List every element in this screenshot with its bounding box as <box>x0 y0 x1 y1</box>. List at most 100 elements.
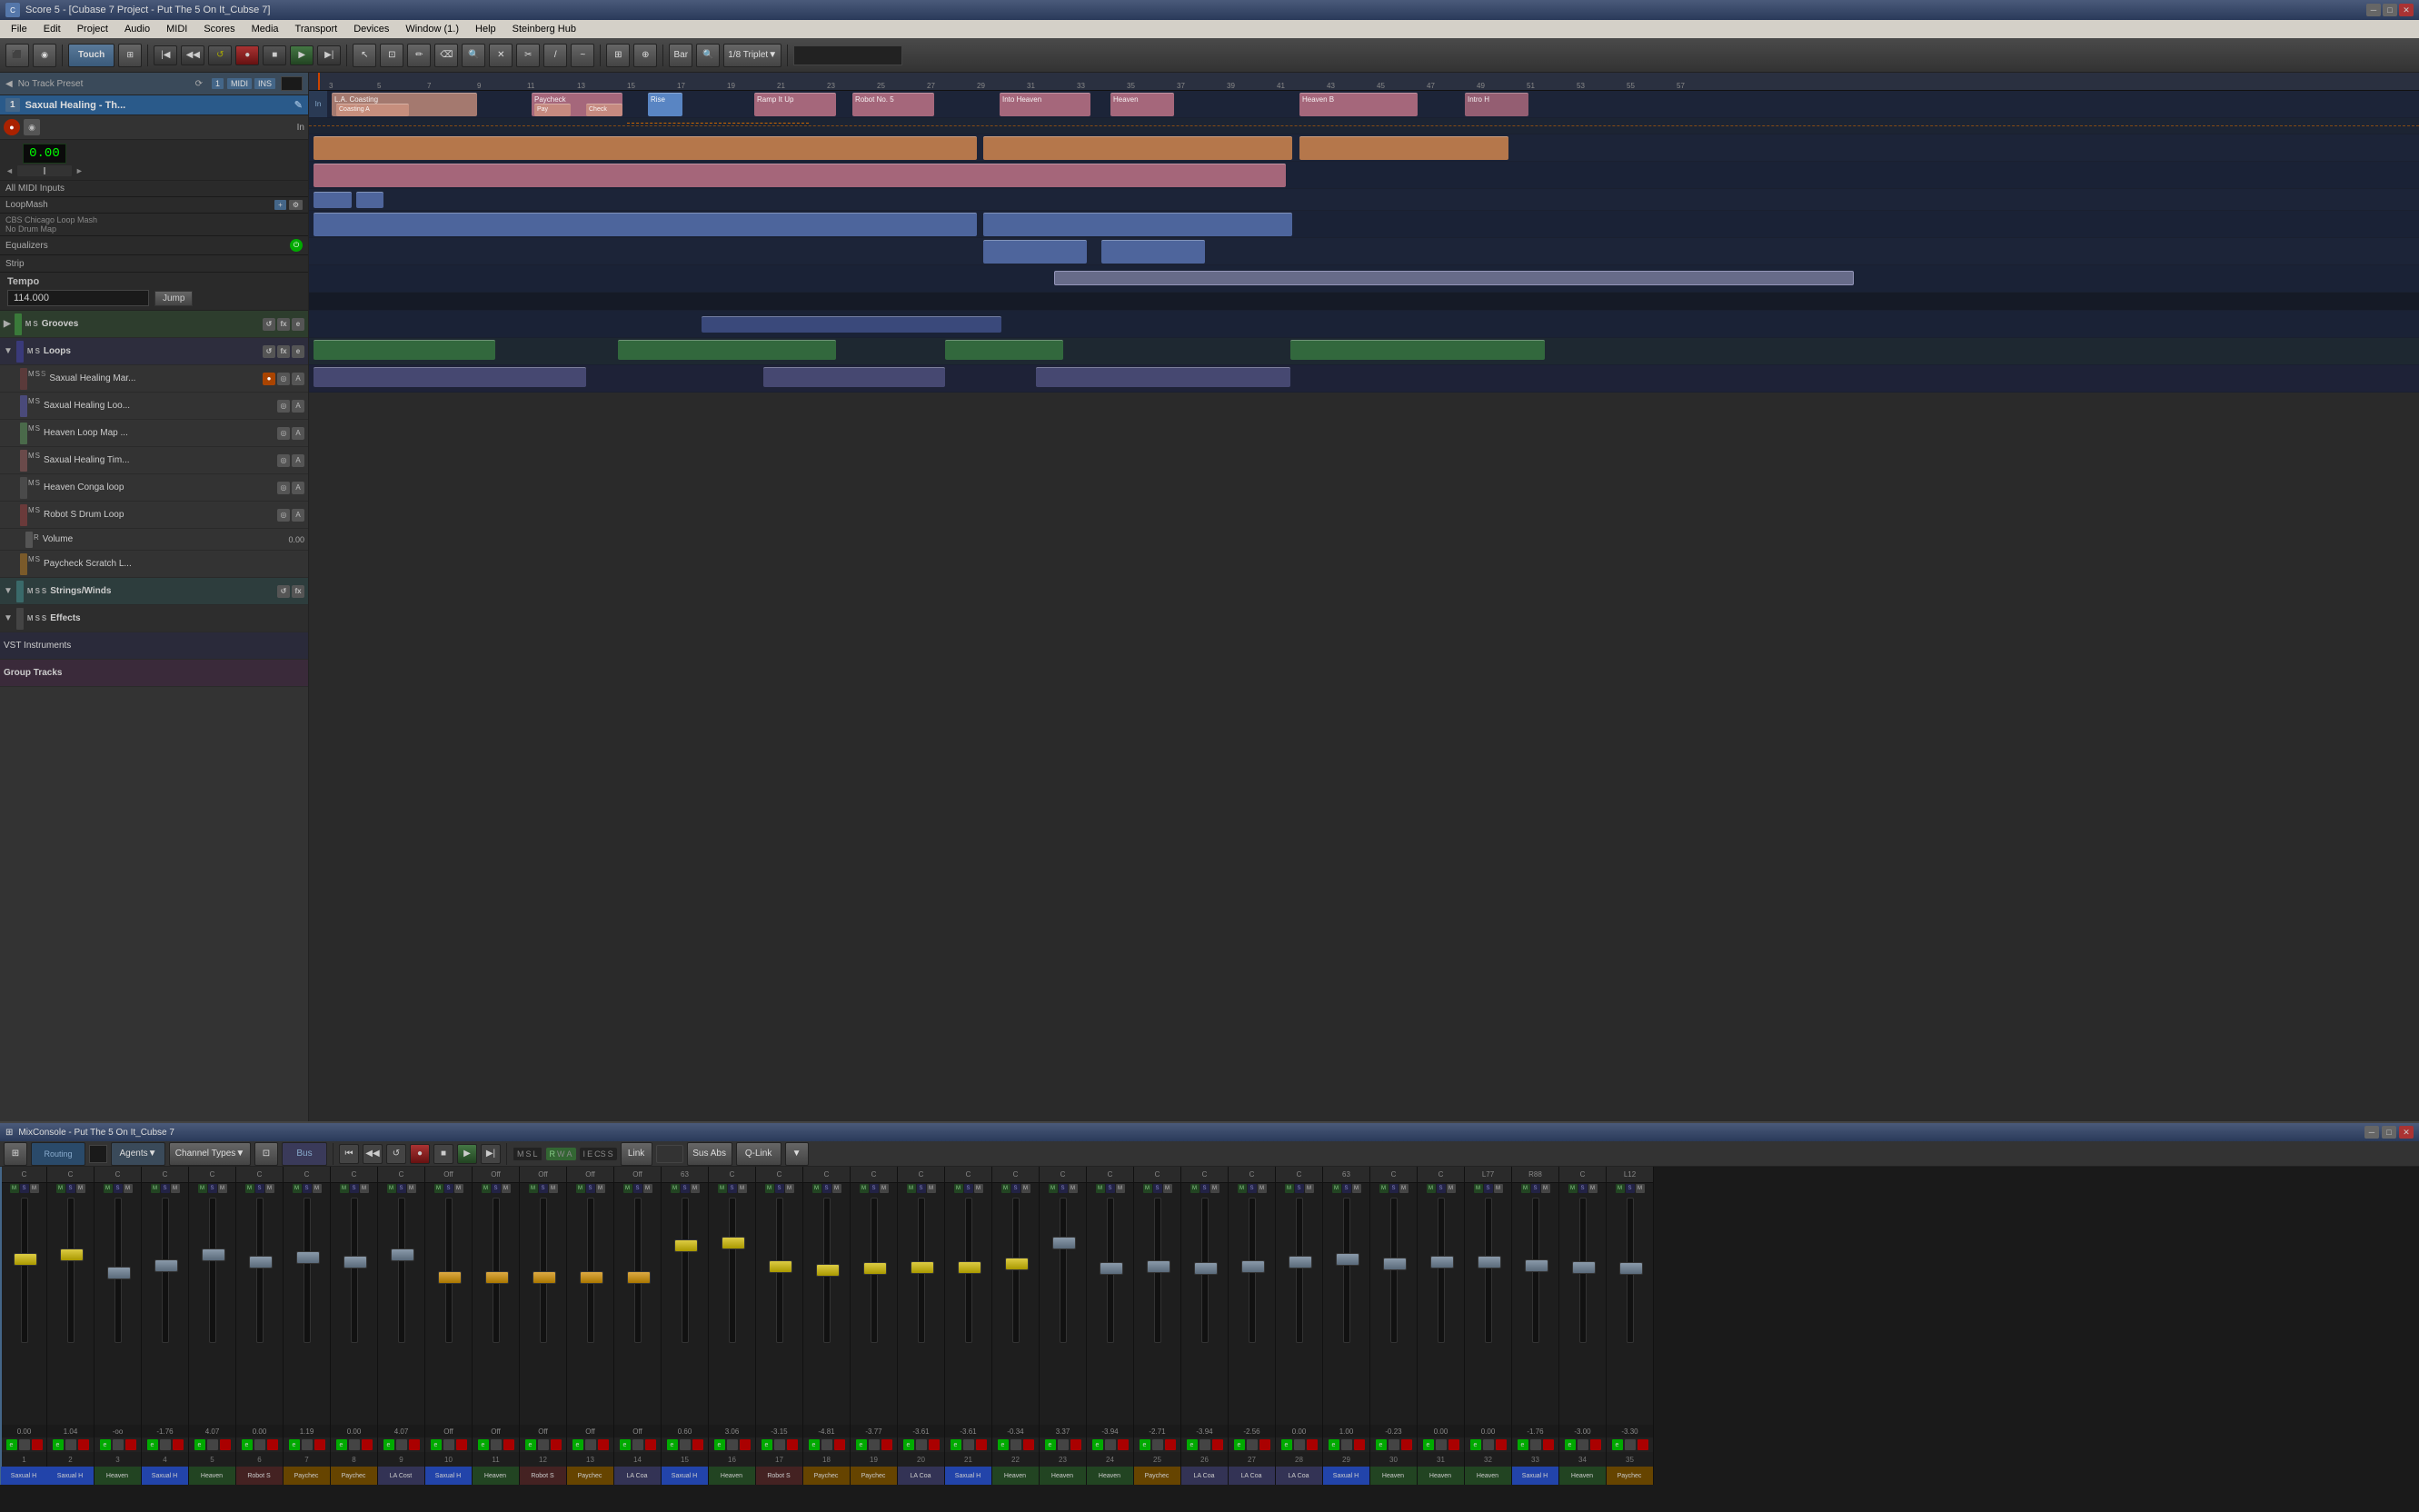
ch10-m[interactable]: M <box>434 1184 443 1193</box>
mix-w-btn[interactable]: W <box>557 1149 565 1159</box>
ch21-m[interactable]: M <box>954 1184 963 1193</box>
ch8-routing[interactable]: C <box>331 1167 377 1183</box>
sus-abs-btn[interactable]: Sus Abs <box>687 1142 732 1166</box>
ch7-btn-r[interactable] <box>314 1439 325 1450</box>
track-row-volume[interactable]: R Volume 0.00 <box>0 529 308 551</box>
ch14-m[interactable]: M <box>623 1184 632 1193</box>
ch16-s[interactable]: S <box>728 1184 737 1193</box>
ch9-routing[interactable]: C <box>378 1167 424 1183</box>
transport-record[interactable]: ● <box>235 45 259 65</box>
ch32-btn-e[interactable]: e <box>1470 1439 1481 1450</box>
mix-settings[interactable]: ▼ <box>785 1142 809 1166</box>
ch12-btn-r[interactable] <box>551 1439 562 1450</box>
ch10-routing[interactable]: Off <box>425 1167 472 1183</box>
ch35-routing[interactable]: L12 <box>1607 1167 1653 1183</box>
ch30-btn-r[interactable] <box>1401 1439 1412 1450</box>
ch34-btn-e[interactable]: e <box>1565 1439 1576 1450</box>
settings-icon[interactable]: ⚙ <box>289 200 303 210</box>
ch34-m[interactable]: M <box>1568 1184 1578 1193</box>
ch11-btn-g[interactable] <box>491 1439 502 1450</box>
ch1-gray[interactable] <box>19 1439 30 1450</box>
ch27-btn-g[interactable] <box>1247 1439 1258 1450</box>
btn-a3[interactable]: A <box>292 454 304 467</box>
transport-cycle[interactable]: ↺ <box>208 45 232 65</box>
ch17-fader-handle[interactable] <box>769 1260 792 1273</box>
mix-s-final[interactable]: S <box>608 1149 613 1159</box>
block-pink-full[interactable] <box>314 164 1286 187</box>
ch35-btn-e[interactable]: e <box>1612 1439 1623 1450</box>
ch13-btn-g[interactable] <box>585 1439 596 1450</box>
ch2-green[interactable]: e <box>53 1439 64 1450</box>
ch25-s[interactable]: S <box>1153 1184 1162 1193</box>
ch15-btn-g[interactable] <box>680 1439 691 1450</box>
ch12-btn-e[interactable]: e <box>525 1439 536 1450</box>
tool-select[interactable]: ↖ <box>353 44 376 67</box>
mix-m[interactable]: M <box>517 1149 524 1159</box>
ch13-btn-r[interactable] <box>598 1439 609 1450</box>
transport-stop[interactable]: ■ <box>263 45 286 65</box>
ch4-routing[interactable]: C <box>142 1167 188 1183</box>
ch23-routing[interactable]: C <box>1040 1167 1086 1183</box>
ch23-btn-r[interactable] <box>1070 1439 1081 1450</box>
block-strings1[interactable] <box>314 340 495 360</box>
ch23-m[interactable]: M <box>1049 1184 1058 1193</box>
mix-extra[interactable] <box>656 1145 683 1163</box>
ch33-label[interactable]: Saxual H <box>1512 1467 1559 1485</box>
ch4-btn-e[interactable]: e <box>147 1439 158 1450</box>
touch-btn[interactable]: Touch <box>68 44 114 67</box>
ch8-btn-r[interactable] <box>362 1439 373 1450</box>
menu-help[interactable]: Help <box>468 22 503 36</box>
toolbar-icon1[interactable]: ⬛ <box>5 44 29 67</box>
ch11-routing[interactable]: Off <box>473 1167 519 1183</box>
ch24-fader-handle[interactable] <box>1100 1262 1123 1275</box>
ch20-m2[interactable]: M <box>927 1184 936 1193</box>
block-scratch[interactable] <box>702 316 1001 333</box>
pan-right-btn[interactable]: ► <box>75 166 84 175</box>
monitor-btn[interactable]: ◉ <box>24 119 40 135</box>
track-row-robot-drum[interactable]: M S Robot S Drum Loop ◎ A <box>0 502 308 529</box>
ch3-label[interactable]: Heaven <box>95 1467 142 1485</box>
ch30-m[interactable]: M <box>1379 1184 1389 1193</box>
ch34-btn-r[interactable] <box>1590 1439 1601 1450</box>
track-row-heaven-conga[interactable]: M S Heaven Conga loop ◎ A <box>0 474 308 502</box>
ch11-m[interactable]: M <box>482 1184 491 1193</box>
ch14-btn-g[interactable] <box>632 1439 643 1450</box>
ch14-label[interactable]: LA Coa <box>614 1467 662 1485</box>
ch28-m[interactable]: M <box>1285 1184 1294 1193</box>
mix-prev[interactable]: ⏮ <box>339 1144 359 1164</box>
ch32-routing[interactable]: L77 <box>1465 1167 1511 1183</box>
block-strings4[interactable] <box>1290 340 1545 360</box>
ch26-m[interactable]: M <box>1190 1184 1200 1193</box>
ch29-btn-r[interactable] <box>1354 1439 1365 1450</box>
quantize-search[interactable]: 🔍 <box>696 44 720 67</box>
ch33-s[interactable]: S <box>1531 1184 1540 1193</box>
ch7-btn-e[interactable]: e <box>289 1439 300 1450</box>
ch7-routing[interactable]: C <box>284 1167 330 1183</box>
block-heaven-b[interactable]: Heaven B <box>1299 93 1418 116</box>
ch12-s[interactable]: S <box>539 1184 548 1193</box>
ch19-fader-handle[interactable] <box>863 1262 887 1275</box>
mix-cs-btn[interactable]: CS <box>594 1149 606 1159</box>
ch15-s[interactable]: S <box>681 1184 690 1193</box>
ch15-btn-r[interactable] <box>692 1439 703 1450</box>
mixer-close[interactable]: ✕ <box>2399 1126 2414 1139</box>
ch10-m2[interactable]: M <box>454 1184 463 1193</box>
ch17-btn-g[interactable] <box>774 1439 785 1450</box>
ch21-btn-e[interactable]: e <box>951 1439 961 1450</box>
ch19-routing[interactable]: C <box>851 1167 897 1183</box>
ch24-label[interactable]: Heaven <box>1087 1467 1134 1485</box>
ch6-btn-g[interactable] <box>254 1439 265 1450</box>
ch4-m2[interactable]: M <box>171 1184 180 1193</box>
ch31-m[interactable]: M <box>1427 1184 1436 1193</box>
mixer-search[interactable] <box>89 1145 107 1163</box>
ch19-btn-e[interactable]: e <box>856 1439 867 1450</box>
btn-e[interactable]: e <box>292 318 304 331</box>
ch12-btn-g[interactable] <box>538 1439 549 1450</box>
ch2-label[interactable]: Saxual H <box>47 1467 95 1485</box>
ch19-s[interactable]: S <box>870 1184 879 1193</box>
search-input[interactable] <box>281 76 303 91</box>
ch22-m2[interactable]: M <box>1021 1184 1030 1193</box>
btn-a2[interactable]: A <box>292 427 304 440</box>
mix-back[interactable]: ◀◀ <box>363 1144 383 1164</box>
ch10-s[interactable]: S <box>444 1184 453 1193</box>
